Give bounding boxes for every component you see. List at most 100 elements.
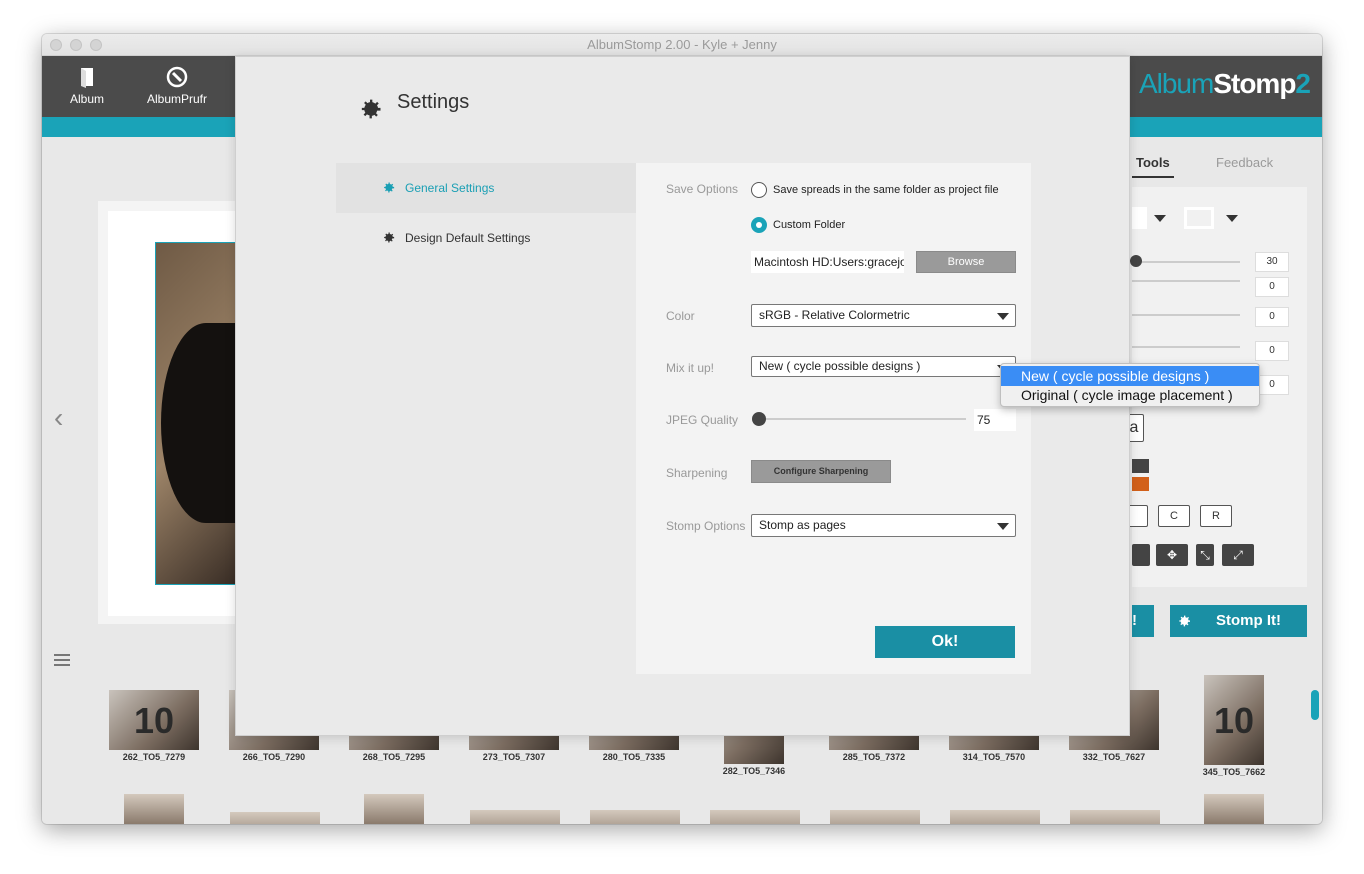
- thumbnail-item[interactable]: [1070, 810, 1160, 824]
- right-panel-tabs: Tools Feedback: [1132, 149, 1312, 178]
- move-icon[interactable]: ✥: [1156, 544, 1188, 566]
- sidebar-item-label: General Settings: [405, 181, 495, 195]
- previous-spread-arrow-icon[interactable]: ‹: [54, 402, 63, 434]
- thumbnail-item[interactable]: [830, 810, 920, 824]
- color-swatch-dark[interactable]: [1132, 459, 1149, 473]
- thumbnail-image: 10: [1204, 675, 1264, 765]
- align-right-button[interactable]: R: [1200, 505, 1232, 527]
- slider-track[interactable]: [1132, 280, 1240, 282]
- value-input[interactable]: 30: [1255, 252, 1289, 272]
- settings-dialog: Settings General Settings Design Default…: [235, 56, 1130, 736]
- align-center-button[interactable]: C: [1158, 505, 1190, 527]
- mix-option-new[interactable]: New ( cycle possible designs ): [1001, 366, 1259, 386]
- layout-icon[interactable]: [1184, 207, 1214, 229]
- thumbnail-item[interactable]: [1204, 794, 1264, 824]
- mix-select[interactable]: New ( cycle possible designs ): [751, 356, 1016, 377]
- thumbnail-item[interactable]: [364, 794, 424, 824]
- fit-icon[interactable]: ⤢: [1222, 544, 1254, 566]
- radio-same-folder-label: Save spreads in the same folder as proje…: [773, 184, 999, 196]
- thumbnail-label: 268_TO5_7295: [362, 752, 426, 762]
- dialog-title: Settings: [397, 91, 470, 113]
- jpeg-quality-slider[interactable]: [758, 418, 966, 420]
- general-settings-panel: Save Options Save spreads in the same fo…: [636, 163, 1031, 674]
- value-input[interactable]: 0: [1255, 307, 1289, 327]
- tools-field[interactable]: [1132, 207, 1147, 229]
- thumbnail-item[interactable]: 10 345_TO5_7662: [1174, 675, 1294, 777]
- albumprufr-icon: [166, 66, 188, 88]
- thumbnail-label: 314_TO5_7570: [962, 752, 1026, 762]
- chevron-down-icon: [997, 523, 1009, 530]
- thumbnail-label: 266_TO5_7290: [242, 752, 306, 762]
- browse-button[interactable]: Browse: [916, 251, 1016, 273]
- color-select-value: sRGB - Relative Colormetric: [759, 308, 910, 322]
- mix-label: Mix it up!: [666, 361, 715, 375]
- tab-feedback[interactable]: Feedback: [1216, 155, 1273, 170]
- album-book-icon: [81, 68, 93, 88]
- window-title: AlbumStomp 2.00 - Kyle + Jenny: [587, 37, 777, 52]
- zoom-window-button[interactable]: [90, 39, 102, 51]
- stomp-it-button[interactable]: Stomp It!: [1170, 605, 1307, 637]
- thumbnail-item[interactable]: [950, 810, 1040, 824]
- close-window-button[interactable]: [50, 39, 62, 51]
- mix-option-original[interactable]: Original ( cycle image placement ): [1001, 385, 1259, 405]
- sidebar-item-design-default[interactable]: Design Default Settings: [336, 213, 636, 263]
- sidebar-item-general[interactable]: General Settings: [336, 163, 636, 213]
- sharpening-label: Sharpening: [666, 466, 728, 480]
- color-label: Color: [666, 309, 695, 323]
- sidebar-item-label: Design Default Settings: [405, 231, 531, 245]
- chevron-down-icon[interactable]: [1154, 215, 1166, 222]
- radio-same-folder[interactable]: [751, 182, 767, 198]
- album-nav-label: Album: [69, 92, 104, 106]
- value-input[interactable]: 0: [1255, 375, 1289, 395]
- tool-button[interactable]: [1132, 544, 1150, 566]
- thumbnail-label: 262_TO5_7279: [122, 752, 186, 762]
- menu-icon[interactable]: [54, 654, 70, 666]
- jpeg-quality-input[interactable]: 75: [974, 409, 1016, 431]
- usage-count: 10: [1213, 700, 1255, 741]
- thumbnail-item[interactable]: [470, 810, 560, 824]
- thumbnail-item[interactable]: 10 262_TO5_7279: [94, 690, 214, 762]
- configure-sharpening-button[interactable]: Configure Sharpening: [751, 460, 891, 483]
- color-select[interactable]: sRGB - Relative Colormetric: [751, 304, 1016, 327]
- partial-action-label: !: [1132, 612, 1137, 629]
- thumbnail-item[interactable]: [124, 794, 184, 824]
- slider-knob[interactable]: [1130, 255, 1142, 267]
- slider-track[interactable]: [1132, 261, 1240, 263]
- value-input[interactable]: 0: [1255, 341, 1289, 361]
- tab-tools[interactable]: Tools: [1132, 155, 1174, 178]
- thumbnail-label: 285_TO5_7372: [842, 752, 906, 762]
- gears-icon: [384, 232, 395, 243]
- album-nav-button[interactable]: Album: [42, 56, 132, 117]
- albumprufr-nav-button[interactable]: AlbumPrufr: [132, 56, 222, 117]
- radio-custom-folder[interactable]: [751, 217, 767, 233]
- thumbnail-image: 10: [109, 690, 199, 750]
- partial-action-button[interactable]: !: [1132, 605, 1154, 637]
- slider-track[interactable]: [1132, 314, 1240, 316]
- thumbnail-item[interactable]: [230, 812, 320, 824]
- thumbnail-label: 345_TO5_7662: [1202, 767, 1266, 777]
- thumbnail-label: 273_TO5_7307: [482, 752, 546, 762]
- stomp-options-value: Stomp as pages: [759, 518, 846, 532]
- expand-icon[interactable]: ⤡: [1196, 544, 1214, 566]
- chevron-down-icon: [997, 313, 1009, 320]
- stomp-options-label: Stomp Options: [666, 519, 746, 533]
- stomp-options-select[interactable]: Stomp as pages: [751, 514, 1016, 537]
- usage-count: 10: [133, 700, 175, 741]
- value-input[interactable]: 0: [1255, 277, 1289, 297]
- ok-button[interactable]: Ok!: [875, 626, 1015, 658]
- mix-select-value: New ( cycle possible designs ): [759, 359, 921, 373]
- jpeg-quality-knob[interactable]: [752, 412, 766, 426]
- thumbnail-label: 282_TO5_7346: [722, 766, 786, 776]
- color-swatch-orange[interactable]: [1132, 477, 1149, 491]
- thumbnail-scrollbar[interactable]: [1311, 690, 1319, 720]
- chevron-down-icon[interactable]: [1226, 215, 1238, 222]
- gear-icon: [1179, 615, 1190, 627]
- mix-dropdown-menu: New ( cycle possible designs ) Original …: [1000, 363, 1260, 407]
- thumbnail-item[interactable]: [710, 810, 800, 824]
- minimize-window-button[interactable]: [70, 39, 82, 51]
- jpeg-quality-label: JPEG Quality: [666, 413, 739, 427]
- albumprufr-nav-label: AlbumPrufr: [146, 92, 208, 106]
- folder-path-field[interactable]: Macintosh HD:Users:gracejo: [751, 251, 904, 273]
- thumbnail-item[interactable]: [590, 810, 680, 824]
- slider-track[interactable]: [1132, 346, 1240, 348]
